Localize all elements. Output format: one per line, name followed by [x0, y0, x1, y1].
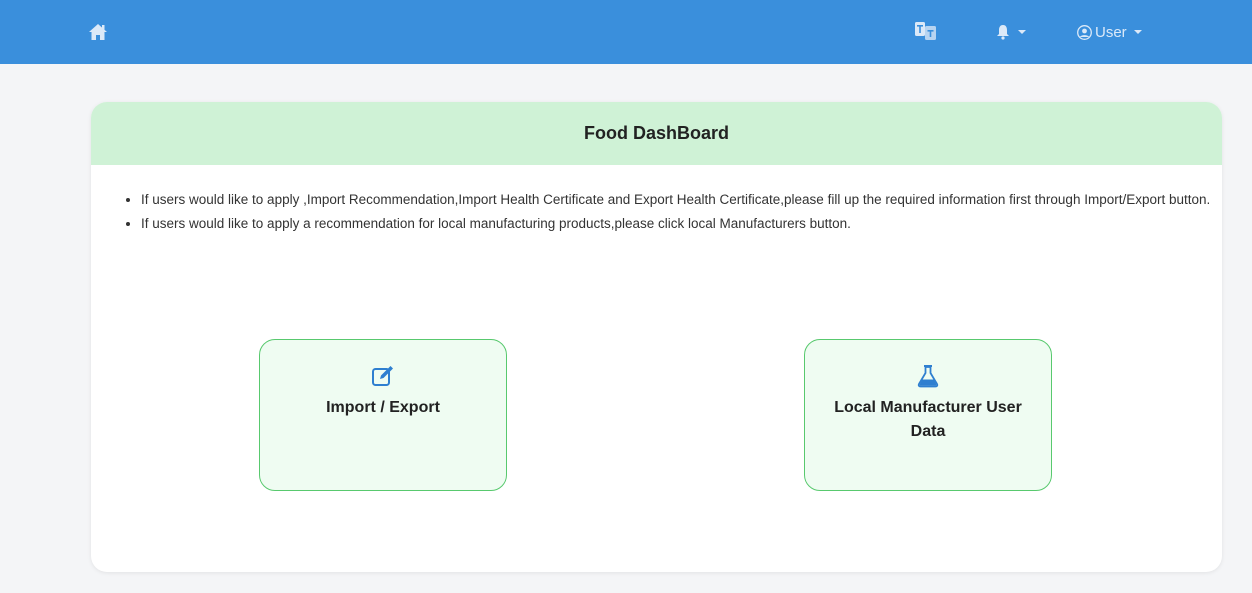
- user-label: User: [1095, 23, 1127, 41]
- local-manufacturer-button[interactable]: Local Manufacturer User Data: [804, 339, 1052, 491]
- instruction-item: If users would like to apply ,Import Rec…: [141, 190, 1222, 210]
- import-export-button[interactable]: Import / Export: [259, 339, 507, 491]
- import-export-label: Import / Export: [326, 399, 440, 416]
- chevron-down-icon: [1133, 30, 1142, 34]
- flask-icon: [916, 364, 940, 388]
- user-circle-icon: [1077, 24, 1092, 40]
- top-navbar: User: [0, 0, 1252, 64]
- bell-icon: [997, 25, 1009, 40]
- language-icon[interactable]: [914, 20, 938, 42]
- edit-icon: [371, 364, 395, 388]
- dashboard-title: Food DashBoard: [91, 102, 1222, 165]
- chevron-down-icon: [1018, 30, 1026, 34]
- local-manufacturer-label: Local Manufacturer User Data: [834, 399, 1022, 440]
- notifications-dropdown[interactable]: [996, 21, 1026, 43]
- instructions-list: If users would like to apply ,Import Rec…: [111, 190, 1222, 238]
- instruction-item: If users would like to apply a recommend…: [141, 214, 1222, 234]
- food-dashboard-card: Food DashBoard If users would like to ap…: [91, 102, 1222, 572]
- user-menu[interactable]: User: [1077, 21, 1142, 43]
- home-icon[interactable]: [88, 22, 108, 42]
